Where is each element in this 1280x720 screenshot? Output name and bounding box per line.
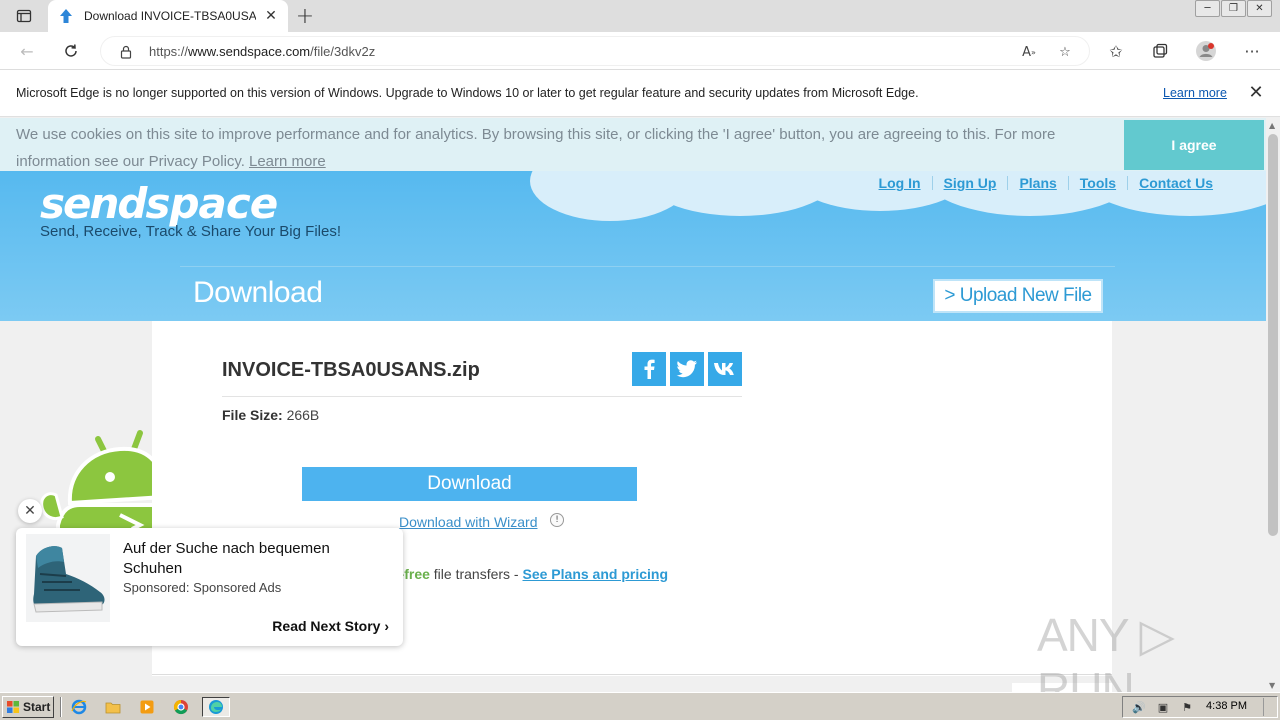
action-center-flag-icon[interactable]: ⚑ [1179,699,1195,715]
sendspace-logo[interactable]: sendspace [40,179,278,228]
network-icon[interactable]: ▣ [1155,699,1171,715]
windows-flag-icon [7,701,19,713]
internet-explorer-icon[interactable] [68,697,90,717]
browser-tab[interactable]: Download INVOICE-TBSA0USANS.zip ✕ [48,0,288,32]
infobar-close-icon[interactable]: ✕ [1247,84,1265,102]
site-header: sendspace Send, Receive, Track & Share Y… [0,171,1266,321]
site-tagline: Send, Receive, Track & Share Your Big Fi… [40,223,341,240]
new-tab-icon[interactable]: + [293,4,317,29]
edge-taskbar-icon[interactable] [202,697,230,717]
tab-bar: Download INVOICE-TBSA0USANS.zip ✕ + ─ ❐ … [0,0,1280,32]
plans-promo: d-free file transfers - See Plans and pr… [391,566,668,582]
anyrun-watermark: ANY ▷ RUN [1037,609,1175,692]
download-with-wizard-link[interactable]: Download with Wizard [399,514,538,530]
address-bar[interactable]: https://www.sendspace.com/file/3dkv2z A»… [100,36,1090,66]
profile-avatar-icon[interactable] [1195,40,1217,62]
wizard-info-icon[interactable]: ! [550,513,564,527]
read-aloud-icon[interactable]: A» [1019,42,1039,62]
download-button[interactable]: Download [302,467,637,501]
favorites-icon[interactable]: ✩ [1105,40,1127,62]
windows-taskbar: Start 🔊 ▣ ⚑ 4:38 PM [0,692,1280,720]
nav-separator [1007,176,1009,190]
top-navigation: Log In Sign Up Plans Tools Contact Us [879,175,1213,191]
nav-login-link[interactable]: Log In [879,175,921,191]
nav-contact-link[interactable]: Contact Us [1139,175,1213,191]
restore-icon[interactable]: ❐ [1221,0,1246,17]
read-next-story-link[interactable]: Read Next Story › [272,618,389,634]
cookie-agree-button[interactable]: I agree [1124,120,1264,170]
more-menu-icon[interactable]: ··· [1241,40,1263,62]
cookie-banner: We use cookies on this site to improve p… [0,118,1266,171]
scroll-down-icon[interactable]: ▼ [1269,682,1277,690]
cookie-text: We use cookies on this site to improve p… [16,126,1056,170]
ad-shoe-image [26,534,110,622]
android-mascot-icon [40,425,152,530]
file-size: File Size: 266B [222,407,320,423]
lock-icon[interactable] [119,45,133,59]
back-icon[interactable]: ← [16,40,38,62]
nav-separator [1127,176,1129,190]
ad-close-icon[interactable]: ✕ [18,499,42,523]
tab-actions-icon[interactable] [8,6,40,26]
unsupported-windows-infobar: Microsoft Edge is no longer supported on… [0,70,1280,117]
upload-new-file-button[interactable]: > Upload New File [933,279,1103,313]
collections-icon[interactable] [1149,40,1171,62]
see-plans-link[interactable]: See Plans and pricing [523,566,669,582]
url-text: https://www.sendspace.com/file/3dkv2z [149,44,376,59]
twitter-share-icon[interactable] [670,352,704,386]
start-button[interactable]: Start [2,696,54,718]
refresh-icon[interactable] [60,40,82,62]
browser-toolbar: ← https://www.sendspace.com/file/3dkv2z … [0,32,1280,70]
ad-sponsored-label: Sponsored: Sponsored Ads [123,580,282,595]
sendspace-favicon-icon [60,9,72,23]
minimize-icon[interactable]: ─ [1195,0,1220,17]
chrome-icon[interactable] [170,697,192,717]
nav-signup-link[interactable]: Sign Up [944,175,997,191]
infobar-learn-more-link[interactable]: Learn more [1163,86,1227,100]
nav-separator [1067,176,1069,190]
taskbar-clock[interactable]: 4:38 PM [1206,700,1247,712]
nav-separator [931,176,933,190]
cookie-learn-more-link[interactable]: Learn more [249,153,326,170]
file-explorer-icon[interactable] [102,697,124,717]
media-player-icon[interactable] [136,697,158,717]
page-viewport: We use cookies on this site to improve p… [0,118,1266,692]
social-share-buttons [632,352,742,386]
add-favorite-icon[interactable]: ☆ [1055,42,1075,62]
close-tab-icon[interactable]: ✕ [264,8,278,24]
facebook-share-icon[interactable] [632,352,666,386]
close-window-icon[interactable]: ✕ [1247,0,1272,17]
scroll-up-icon[interactable]: ▲ [1269,122,1277,130]
volume-icon[interactable]: 🔊 [1131,699,1147,715]
page-title: Download [193,276,323,309]
system-tray: 🔊 ▣ ⚑ 4:38 PM [1122,696,1278,718]
show-desktop-button[interactable] [1263,698,1275,716]
panel-bottom-border [152,674,1112,675]
nav-plans-link[interactable]: Plans [1019,175,1056,191]
sponsored-ad-card[interactable]: Auf der Suche nach bequemen Schuhen Spon… [16,528,403,646]
window-controls: ─ ❐ ✕ [1195,0,1272,18]
page-scrollbar[interactable]: ▲ ▼ [1266,118,1280,692]
file-divider [222,396,742,397]
ad-title[interactable]: Auf der Suche nach bequemen Schuhen [123,539,393,579]
nav-tools-link[interactable]: Tools [1080,175,1116,191]
taskbar-separator [60,697,62,717]
scroll-thumb[interactable] [1268,134,1278,536]
infobar-message: Microsoft Edge is no longer supported on… [16,86,919,100]
header-divider [180,266,1115,267]
tab-title: Download INVOICE-TBSA0USANS.zip [84,9,256,23]
vk-share-icon[interactable] [708,352,742,386]
file-name: INVOICE-TBSA0USANS.zip [222,359,480,381]
